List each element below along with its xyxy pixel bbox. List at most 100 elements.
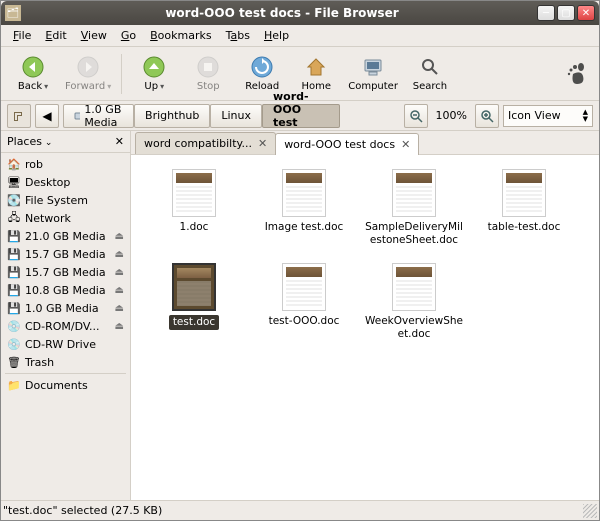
trash-icon: 🗑 xyxy=(7,355,21,369)
eject-icon[interactable]: ⏏ xyxy=(115,249,124,260)
breadcrumb-2[interactable]: Linux xyxy=(210,104,262,128)
breadcrumb-3[interactable]: word-OOO test docs xyxy=(262,104,340,128)
file-name: test-OOO.doc xyxy=(269,315,340,328)
stop-icon xyxy=(196,55,220,79)
stop-button: Stop xyxy=(182,50,234,98)
menu-bookmarks[interactable]: Bookmarks xyxy=(144,27,217,44)
sidebar-item-0[interactable]: 🏠rob xyxy=(1,155,130,173)
view-mode-select[interactable]: Icon View ▲▼ xyxy=(503,105,593,127)
file-grid[interactable]: 1.docImage test.doc SampleDeliveryMilesto… xyxy=(131,155,599,500)
tab-close-button[interactable]: ✕ xyxy=(401,138,410,151)
sidebar: Places ⌄ ✕ 🏠rob🖥Desktop💽File System🖧Netw… xyxy=(1,131,131,500)
zoom-in-button[interactable] xyxy=(475,104,499,128)
home-icon: 🏠 xyxy=(7,157,21,171)
sidebar-item-3[interactable]: 🖧Network xyxy=(1,209,130,227)
eject-icon[interactable]: ⏏ xyxy=(115,285,124,296)
document-icon xyxy=(392,169,436,217)
tab-bar: word compatibilty...✕word-OOO test docs✕ xyxy=(131,131,599,155)
gnome-logo-icon xyxy=(565,62,589,86)
file-browser-window: 🗂 word-OOO test docs - File Browser ─ ▢ … xyxy=(0,0,600,521)
menubar: File Edit View Go Bookmarks Tabs Help xyxy=(1,25,599,47)
spinner-icon: ▲▼ xyxy=(583,109,588,123)
maximize-button[interactable]: ▢ xyxy=(557,5,575,21)
chevron-down-icon[interactable]: ▾ xyxy=(160,82,164,91)
cd-icon: 💿 xyxy=(7,319,21,333)
eject-icon[interactable]: ⏏ xyxy=(115,231,124,242)
chevron-down-icon[interactable]: ▾ xyxy=(44,82,48,91)
file-item[interactable]: test-OOO.doc xyxy=(253,261,355,351)
path-back-button[interactable]: ◀ xyxy=(35,104,59,128)
disk-icon: 💽 xyxy=(7,193,21,207)
document-icon xyxy=(282,169,326,217)
menu-tabs[interactable]: Tabs xyxy=(220,27,256,44)
sidebar-header: Places ⌄ ✕ xyxy=(1,131,130,153)
drive-icon: 💾 xyxy=(7,229,21,243)
menu-file[interactable]: File xyxy=(7,27,37,44)
tab-close-button[interactable]: ✕ xyxy=(258,137,267,150)
file-item[interactable]: table-test.doc xyxy=(473,167,575,257)
toggle-location-button[interactable] xyxy=(7,104,31,128)
menu-view[interactable]: View xyxy=(75,27,113,44)
back-icon xyxy=(21,55,45,79)
forward-button: Forward▾ xyxy=(61,50,115,98)
up-icon xyxy=(142,55,166,79)
sidebar-item-5[interactable]: 💾15.7 GB Media⏏ xyxy=(1,245,130,263)
back-button[interactable]: Back▾ xyxy=(7,50,59,98)
sidebar-item-7[interactable]: 💾10.8 GB Media⏏ xyxy=(1,281,130,299)
menu-go[interactable]: Go xyxy=(115,27,142,44)
sidebar-item-6[interactable]: 💾15.7 GB Media⏏ xyxy=(1,263,130,281)
resize-grip[interactable] xyxy=(583,504,597,518)
file-item[interactable]: WeekOverviewSheet.doc xyxy=(363,261,465,351)
zoom-out-button[interactable] xyxy=(404,104,428,128)
computer-button[interactable]: Computer xyxy=(344,50,402,98)
file-name: WeekOverviewSheet.doc xyxy=(365,315,463,340)
sidebar-item-4[interactable]: 💾21.0 GB Media⏏ xyxy=(1,227,130,245)
home-icon xyxy=(304,55,328,79)
document-icon xyxy=(172,263,216,311)
sidebar-close-button[interactable]: ✕ xyxy=(115,135,124,148)
drive-icon: 💾 xyxy=(7,247,21,261)
sidebar-item-1[interactable]: 🖥Desktop xyxy=(1,173,130,191)
document-icon xyxy=(392,263,436,311)
sidebar-item-8[interactable]: 💾1.0 GB Media⏏ xyxy=(1,299,130,317)
sidebar-bookmark-0[interactable]: 📁Documents xyxy=(1,376,130,394)
file-name: table-test.doc xyxy=(488,221,561,234)
eject-icon[interactable]: ⏏ xyxy=(115,321,124,332)
search-button[interactable]: Search xyxy=(404,50,456,98)
file-item[interactable]: 1.doc xyxy=(143,167,245,257)
sidebar-item-9[interactable]: 💿CD-ROM/DV...⏏ xyxy=(1,317,130,335)
file-item[interactable]: SampleDeliveryMilestoneSheet.doc xyxy=(363,167,465,257)
tab-1[interactable]: word-OOO test docs✕ xyxy=(275,133,419,155)
up-button[interactable]: Up▾ xyxy=(128,50,180,98)
sidebar-item-2[interactable]: 💽File System xyxy=(1,191,130,209)
desktop-icon: 🖥 xyxy=(7,175,21,189)
file-item[interactable]: Image test.doc xyxy=(253,167,355,257)
breadcrumb-1[interactable]: Brighthub xyxy=(134,104,210,128)
breadcrumb-0[interactable]: 1.0 GB Media xyxy=(63,104,134,128)
file-name: SampleDeliveryMilestoneSheet.doc xyxy=(365,221,463,246)
sidebar-item-10[interactable]: 💿CD-RW Drive xyxy=(1,335,130,353)
computer-icon xyxy=(361,55,385,79)
location-bar: ◀ 1.0 GB MediaBrighthubLinuxword-OOO tes… xyxy=(1,101,599,131)
drive-icon: 💾 xyxy=(7,301,21,315)
window-icon: 🗂 xyxy=(5,5,21,21)
cd-icon: 💿 xyxy=(7,337,21,351)
folder-icon: 📁 xyxy=(7,378,21,392)
drive-icon: 💾 xyxy=(7,283,21,297)
document-icon xyxy=(282,263,326,311)
eject-icon[interactable]: ⏏ xyxy=(115,267,124,278)
file-item[interactable]: test.doc xyxy=(143,261,245,351)
titlebar[interactable]: 🗂 word-OOO test docs - File Browser ─ ▢ … xyxy=(1,1,599,25)
minimize-button[interactable]: ─ xyxy=(537,5,555,21)
zoom-level: 100% xyxy=(432,109,471,122)
search-icon xyxy=(418,55,442,79)
close-button[interactable]: ✕ xyxy=(577,5,595,21)
tab-0[interactable]: word compatibilty...✕ xyxy=(135,132,276,154)
eject-icon[interactable]: ⏏ xyxy=(115,303,124,314)
reload-icon xyxy=(250,55,274,79)
sidebar-item-11[interactable]: 🗑Trash xyxy=(1,353,130,371)
forward-icon xyxy=(76,55,100,79)
menu-help[interactable]: Help xyxy=(258,27,295,44)
menu-edit[interactable]: Edit xyxy=(39,27,72,44)
separator xyxy=(5,373,126,374)
